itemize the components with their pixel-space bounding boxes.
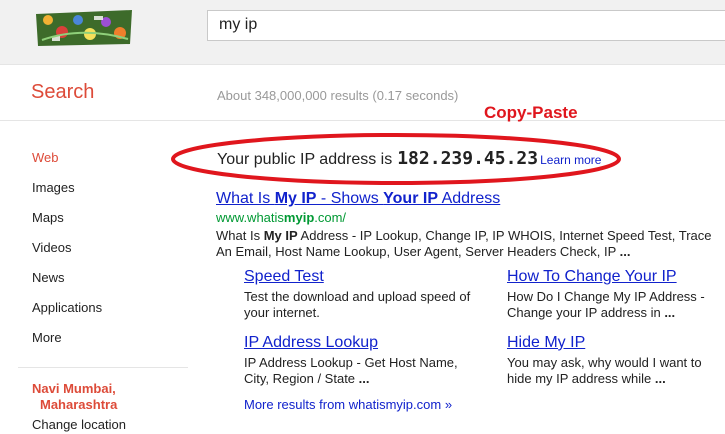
nav-item-news[interactable]: News — [32, 270, 65, 285]
nav-divider — [18, 367, 188, 368]
header-divider — [0, 120, 725, 121]
sitelink-title[interactable]: How To Change Your IP — [507, 268, 722, 286]
result-snippet: What Is My IP Address - IP Lookup, Chang… — [216, 228, 721, 260]
sitelink-desc: You may ask, why would I want to hide my… — [507, 355, 722, 387]
location-region: Maharashtra — [40, 397, 118, 412]
nav-item-applications[interactable]: Applications — [32, 300, 102, 315]
sitelink-title[interactable]: Speed Test — [244, 268, 474, 286]
snippet-part: What Is — [216, 228, 264, 243]
sitelink-ellipsis: ... — [664, 305, 676, 320]
learn-more-link[interactable]: Learn more — [540, 153, 601, 167]
nav-item-videos[interactable]: Videos — [32, 240, 72, 255]
sitelink-title[interactable]: IP Address Lookup — [244, 334, 474, 352]
url-part: www.whatis — [216, 210, 284, 225]
location-city: Navi Mumbai, — [32, 381, 116, 396]
result-url: www.whatismyip.com/ — [216, 210, 346, 225]
sitelink-title[interactable]: Hide My IP — [507, 334, 722, 352]
search-heading: Search — [31, 81, 95, 103]
snippet-ellipsis: ... — [619, 244, 631, 259]
google-doodle-logo[interactable] — [32, 6, 136, 48]
sitelink-ip-lookup: IP Address Lookup IP Address Lookup - Ge… — [244, 334, 474, 387]
nav-item-images[interactable]: Images — [32, 180, 75, 195]
sitelink-ellipsis: ... — [654, 371, 666, 386]
search-input[interactable] — [219, 16, 719, 34]
nav-item-more[interactable]: More — [32, 330, 62, 345]
url-part: .com/ — [314, 210, 347, 225]
sitelink-desc: Test the download and upload speed of yo… — [244, 289, 471, 320]
sitelink-hide-ip: Hide My IP You may ask, why would I want… — [507, 334, 722, 387]
sitelink-ellipsis: ... — [358, 371, 370, 386]
ip-value: 182.239.45.23 — [397, 148, 539, 169]
sitelink-speed-test: Speed Test Test the download and upload … — [244, 268, 474, 321]
copy-paste-annotation: Copy-Paste — [484, 103, 578, 122]
result-title-part: Address — [438, 190, 501, 207]
result-title-part: What Is — [216, 190, 275, 207]
result-title-part: - Shows — [316, 190, 384, 207]
ip-answer: Your public IP address is 182.239.45.23 Le… — [217, 148, 601, 169]
result-title-bold: Your IP — [383, 190, 438, 207]
result-stats: About 348,000,000 results (0.17 seconds) — [217, 88, 459, 103]
nav-item-web[interactable]: Web — [32, 150, 59, 165]
location-name: Navi Mumbai, Maharashtra — [32, 381, 117, 413]
top-bar — [0, 0, 725, 65]
sitelink-desc: How Do I Change My IP Address - Change y… — [507, 289, 722, 321]
result-title-link[interactable]: What Is My IP - Shows Your IP Address — [216, 190, 500, 208]
search-box[interactable] — [207, 10, 725, 41]
sitelink-desc: IP Address Lookup - Get Host Name, City,… — [244, 355, 474, 387]
url-bold: myip — [283, 210, 315, 225]
more-results-link[interactable]: More results from whatismyip.com » — [244, 397, 452, 412]
sitelink-desc-text: IP Address Lookup - Get Host Name, City,… — [244, 355, 458, 386]
sitelink-desc-text: You may ask, why would I want to hide my… — [507, 355, 702, 386]
result-title-bold: My IP — [274, 190, 317, 207]
sitelink-change-ip: How To Change Your IP How Do I Change My… — [507, 268, 722, 321]
nav-item-maps[interactable]: Maps — [32, 210, 64, 225]
snippet-bold: My IP — [263, 228, 298, 243]
ip-prefix: Your public IP address is — [217, 151, 393, 168]
change-location-link[interactable]: Change location — [32, 417, 126, 432]
